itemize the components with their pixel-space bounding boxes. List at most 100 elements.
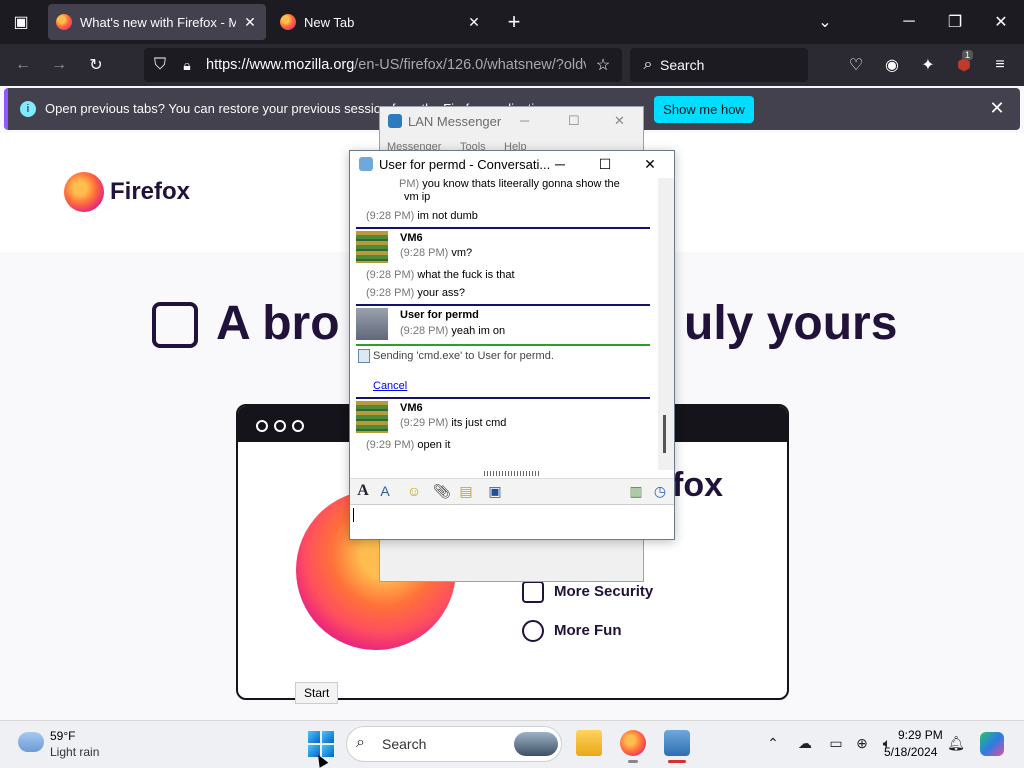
conversation-title: User for permd - Conversati... [379, 157, 551, 172]
dot-icon [256, 420, 268, 432]
message: PM) you know thats liteerally gonna show… [399, 178, 620, 190]
chat-scrollbar[interactable] [658, 178, 674, 470]
new-tab-button[interactable]: + [501, 9, 527, 35]
message-input[interactable] [350, 504, 674, 539]
conversation-icon [359, 157, 373, 171]
bookmark-star-icon[interactable]: ☆ [590, 52, 616, 78]
feature-more-fun: More Fun [554, 622, 622, 639]
sender-name: VM6 [400, 402, 423, 414]
tab-new-tab[interactable]: New Tab ✕ [272, 4, 490, 40]
lock-feature-icon [522, 581, 544, 603]
minimize-window-button[interactable]: ─ [886, 0, 932, 44]
back-icon[interactable]: ← [10, 52, 36, 78]
clock-time[interactable]: 9:29 PM [898, 728, 943, 742]
chat-scroll-thumb[interactable] [663, 415, 666, 453]
reload-icon[interactable]: ↻ [83, 52, 109, 78]
lan-messenger-taskbar-icon[interactable] [664, 730, 690, 756]
splitter-grip[interactable] [484, 471, 540, 476]
tab-bar: ▣ What's new with Firefox - Mozilla ✕ Ne… [0, 0, 1024, 44]
start-tooltip: Start [295, 682, 339, 704]
font-color-icon[interactable]: A [376, 482, 394, 500]
search-placeholder[interactable]: Search [660, 57, 704, 73]
lan-minimize-button[interactable]: ─ [520, 113, 529, 128]
send-file-icon[interactable]: 📎︎ [433, 482, 451, 500]
message: (9:28 PM) yeah im on [400, 325, 506, 337]
extensions-icon[interactable]: ✦ [915, 52, 941, 78]
file-transfer-separator [356, 344, 650, 346]
tab-overview-icon[interactable]: ▣ [8, 9, 34, 35]
save-icon[interactable]: ▣ [486, 482, 504, 500]
search-icon: ⌕ [643, 56, 653, 73]
transfers-icon[interactable]: ▥ [627, 482, 645, 500]
restore-window-button[interactable]: ❐ [932, 0, 978, 44]
menu-icon[interactable]: ≡ [987, 52, 1013, 78]
lan-close-button[interactable]: ✕ [614, 113, 625, 129]
notification-bell-icon[interactable]: 🔔︎ [947, 734, 965, 752]
firefox-tab-icon [56, 14, 72, 30]
font-icon[interactable]: A [354, 482, 372, 500]
copilot-icon[interactable] [980, 732, 1004, 756]
taskbar-search-placeholder[interactable]: Search [382, 736, 426, 752]
tracking-shield-icon[interactable]: ⛉ [147, 52, 173, 78]
list-tabs-icon[interactable]: ⌄ [812, 9, 838, 35]
conversation-maximize-button[interactable]: ☐ [585, 150, 625, 178]
close-tab-icon[interactable]: ✕ [242, 14, 258, 31]
taskbar-search-icon: ⌕ [356, 734, 365, 751]
conversation-minimize-button[interactable]: ─ [540, 150, 580, 178]
message-separator [356, 304, 650, 306]
pocket-icon[interactable]: ♡ [843, 52, 869, 78]
account-icon[interactable]: ◉ [879, 52, 905, 78]
attention-indicator [668, 760, 686, 763]
smile-feature-icon [522, 620, 544, 642]
message: (9:28 PM) what the fuck is that [366, 269, 515, 281]
close-tab-icon[interactable]: ✕ [466, 14, 482, 31]
history-icon[interactable]: ◷ [651, 482, 669, 500]
message: (9:29 PM) open it [366, 439, 451, 451]
close-window-button[interactable]: ✕ [978, 0, 1024, 44]
chat-toolbar [350, 478, 674, 504]
tab-title: New Tab [304, 14, 355, 30]
message-separator [356, 397, 650, 399]
weather-temperature[interactable]: 59°F [50, 729, 75, 743]
lan-maximize-button[interactable]: ☐ [568, 113, 580, 129]
file-transfer-status: Sending 'cmd.exe' to User for permd. [373, 350, 554, 362]
close-notification-icon[interactable]: ✕ [984, 95, 1010, 121]
text-caret [353, 508, 354, 522]
cancel-transfer-link[interactable]: Cancel [373, 380, 407, 392]
message: (9:29 PM) its just cmd [400, 417, 507, 429]
lan-messenger-title: LAN Messenger [408, 114, 502, 129]
clock-date[interactable]: 5/18/2024 [884, 745, 937, 759]
display-icon[interactable]: ▭ [827, 734, 845, 752]
conversation-close-button[interactable]: ✕ [630, 150, 670, 178]
file-explorer-icon[interactable] [576, 730, 602, 756]
network-icon[interactable]: ⊕ [853, 734, 871, 752]
fox-text: fox [672, 466, 723, 504]
lock-icon[interactable]: 🔒︎ [174, 52, 200, 78]
message-separator [356, 227, 650, 229]
firefox-tab-icon [280, 14, 296, 30]
url-text[interactable]: https://www.mozilla.org/en-US/firefox/12… [206, 57, 586, 73]
info-icon: i [20, 101, 36, 117]
send-folder-icon[interactable]: ▤ [457, 482, 475, 500]
firefox-taskbar-icon[interactable] [620, 730, 646, 756]
firefox-logo-icon[interactable] [64, 172, 104, 212]
weather-rain-icon[interactable] [18, 732, 44, 752]
onedrive-offline-icon[interactable]: ☁ [796, 734, 814, 752]
vm6-avatar [356, 401, 388, 433]
tab-whats-new[interactable]: What's new with Firefox - Mozilla ✕ [48, 4, 266, 40]
sender-name: User for permd [400, 309, 479, 321]
feature-more-security: More Security [554, 583, 654, 600]
dot-icon [292, 420, 304, 432]
message: (9:28 PM) your ass? [366, 287, 466, 299]
windows-logo-icon [308, 731, 320, 743]
weather-condition[interactable]: Light rain [50, 745, 99, 759]
tab-title: What's new with Firefox - Mozilla [80, 14, 236, 30]
show-me-how-button[interactable]: Show me how [654, 96, 754, 123]
show-hidden-icons-chevron-icon[interactable]: ⌃ [764, 734, 782, 752]
user-avatar [356, 308, 388, 340]
smiley-icon[interactable]: ☺ [405, 482, 423, 500]
extension-badge: 1 [962, 50, 974, 60]
forward-icon[interactable]: → [46, 52, 72, 78]
windows-logo-icon [322, 731, 334, 743]
firefox-brand[interactable]: Firefox [110, 178, 190, 206]
